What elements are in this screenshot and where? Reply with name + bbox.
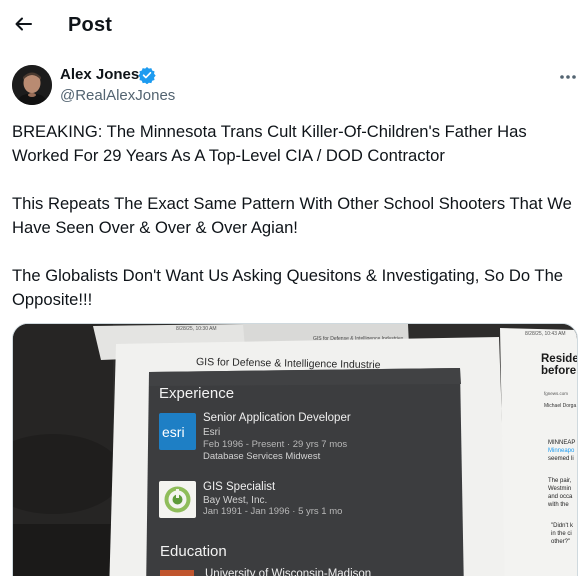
right-body-line: seemed li <box>548 456 574 462</box>
left-stamp: 8/28/25, 10:30 AM <box>176 326 217 332</box>
right-headline: before c <box>541 365 578 377</box>
job-title: GIS Specialist <box>203 481 276 493</box>
right-site: fgnews.com <box>544 391 568 396</box>
post-media-image[interactable]: 8/28/25, 10:30 AM GIS for Defense & Inte… <box>12 323 578 576</box>
right-stamp: 8/28/25, 10:43 AM <box>525 331 566 337</box>
right-body-line: Westmin <box>548 486 571 492</box>
right-body-line: in the ci <box>551 531 572 537</box>
post-text: BREAKING: The Minnesota Trans Cult Kille… <box>12 120 577 312</box>
right-body-line: The pair, <box>548 478 572 484</box>
verified-badge-icon <box>138 66 156 85</box>
education-school: University of Wisconsin-Madison <box>205 568 371 576</box>
post-paragraph: BREAKING: The Minnesota Trans Cult Kille… <box>12 122 527 165</box>
right-body-line: "Didn't k <box>551 523 574 529</box>
right-body-line: MINNEAP <box>548 440 575 446</box>
post-paragraph: The Globalists Don't Want Us Asking Ques… <box>12 266 564 309</box>
education-heading: Education <box>160 543 227 560</box>
right-body-line: Minneapo <box>548 448 575 454</box>
job-dates: Feb 1996 - Present · 29 yrs 7 mos <box>203 439 347 450</box>
top-bar: Post <box>0 0 585 54</box>
avatar[interactable] <box>12 65 52 105</box>
right-body-line: with the <box>547 502 569 508</box>
author-handle[interactable]: @RealAlexJones <box>60 87 175 104</box>
back-button[interactable] <box>8 11 38 41</box>
job-company: Bay West, Inc. <box>203 495 267 506</box>
right-body-line: other?" <box>551 539 570 545</box>
job-dates: Jan 1991 - Jan 1996 · 5 yrs 1 mo <box>203 506 342 517</box>
right-headline: Resider <box>541 353 578 365</box>
job-company: Esri <box>203 427 220 438</box>
job-detail: Database Services Midwest <box>203 451 321 462</box>
back-arrow-icon <box>13 14 33 39</box>
right-byline: Michael Dorga <box>544 403 576 409</box>
job-title: Senior Application Developer <box>203 412 351 424</box>
university-logo-icon <box>160 570 194 576</box>
experience-heading: Experience <box>159 385 234 402</box>
more-options-button[interactable] <box>556 64 580 88</box>
post-paragraph: This Repeats The Exact Same Pattern With… <box>12 194 572 237</box>
author-display-name[interactable]: Alex Jones <box>60 66 139 83</box>
esri-logo-text: esri <box>162 424 185 440</box>
page-title: Post <box>68 14 113 36</box>
more-dots-icon <box>559 67 577 85</box>
right-body-line: and occa <box>548 494 573 500</box>
media-photo: 8/28/25, 10:30 AM GIS for Defense & Inte… <box>13 324 578 576</box>
